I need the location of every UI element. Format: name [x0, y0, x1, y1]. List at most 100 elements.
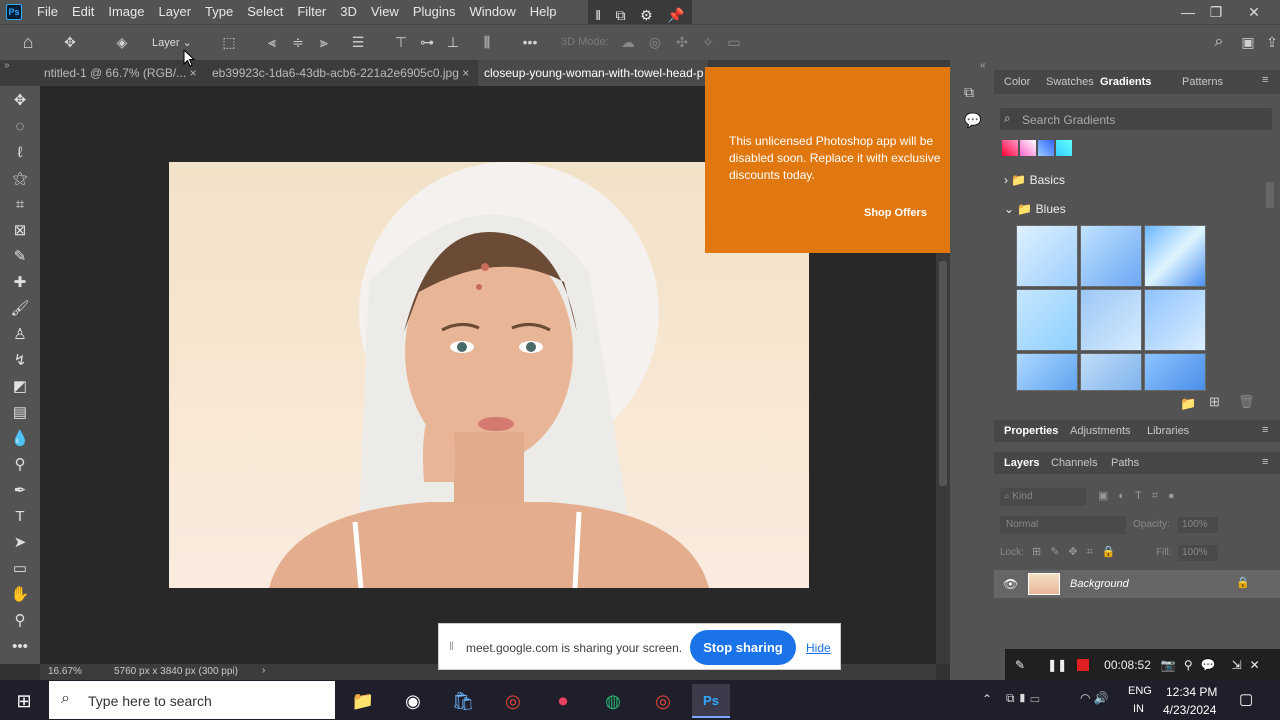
folder-basics[interactable]: › 📁 Basics	[1004, 173, 1065, 187]
meet-icon[interactable]: ◉	[394, 684, 432, 718]
workspace-icon[interactable]: ▣	[1238, 32, 1258, 52]
align-bottom-icon[interactable]: ⊥	[443, 32, 463, 52]
gradient-tile[interactable]	[1016, 353, 1078, 391]
tab-paths[interactable]: Paths	[1111, 457, 1139, 469]
hide-link[interactable]: Hide	[806, 641, 831, 655]
screen-share-icon[interactable]: ⧉	[616, 7, 626, 24]
minimize-recorder-icon[interactable]: ⇲	[1232, 658, 1242, 672]
tab-close-icon[interactable]: ×	[190, 66, 197, 80]
home-icon[interactable]: ⌂	[18, 32, 38, 52]
file-explorer-icon[interactable]: 📁	[344, 684, 382, 718]
notification-icon[interactable]: ▢	[1239, 690, 1253, 708]
tab-close-icon[interactable]: ×	[462, 66, 469, 80]
recent-gradient-3[interactable]	[1038, 140, 1054, 156]
opacity-input[interactable]: 100%	[1178, 517, 1218, 533]
drag-handle-icon[interactable]: ‖	[595, 7, 601, 23]
folder-blues[interactable]: ⌄ 📁 Blues	[1004, 202, 1066, 216]
collapse-toolbar-icon[interactable]: »	[4, 60, 10, 71]
network-icon[interactable]: ◠ 🔊	[1080, 691, 1109, 705]
gear-icon[interactable]: ⚙	[640, 7, 653, 24]
menu-file[interactable]: File	[30, 0, 65, 24]
share-icon[interactable]: ⇪	[1262, 32, 1280, 52]
blur-tool-icon[interactable]: 💧	[8, 427, 32, 449]
delete-icon[interactable]: 🗑	[1238, 394, 1255, 410]
recorder-app-icon[interactable]: ⏺	[544, 684, 582, 718]
align-top-icon[interactable]: ⊤	[391, 32, 411, 52]
close-recorder-icon[interactable]: ✕	[1250, 658, 1260, 672]
shop-offers-button[interactable]: Shop Offers	[864, 207, 927, 219]
lock-icons[interactable]: ⊞✎✥⌗🔒	[1032, 545, 1125, 559]
tab-adjustments[interactable]: Adjustments	[1070, 425, 1131, 437]
gradient-tile[interactable]	[1144, 289, 1206, 351]
eyedropper-icon[interactable]: ✎	[8, 245, 32, 267]
edge-icon[interactable]: ◍	[594, 684, 632, 718]
menu-help[interactable]: Help	[523, 0, 564, 24]
restore-icon[interactable]: ❐	[1200, 0, 1232, 24]
tab-patterns[interactable]: Patterns	[1182, 76, 1223, 88]
marquee-tool-icon[interactable]: ◌	[8, 115, 32, 137]
distribute-icon[interactable]: ☰	[348, 32, 368, 52]
comments-panel-icon[interactable]: 💬	[964, 112, 981, 129]
menu-3d[interactable]: 3D	[333, 0, 364, 24]
gradient-search[interactable]: ⌕ Search Gradients	[1000, 108, 1272, 130]
menu-select[interactable]: Select	[240, 0, 290, 24]
path-select-icon[interactable]: ➤	[8, 531, 32, 553]
menu-window[interactable]: Window	[462, 0, 522, 24]
tab-gradients[interactable]: Gradients	[1100, 76, 1151, 88]
panel-menu-icon[interactable]: ≡	[1262, 74, 1268, 86]
taskbar-search[interactable]: ⌕ Type here to search	[49, 681, 335, 719]
collapse-panels-icon[interactable]: «	[980, 60, 986, 71]
healing-brush-icon[interactable]: ✚	[8, 271, 32, 293]
camera-icon[interactable]: 📷	[1161, 658, 1176, 672]
drag-handle-icon[interactable]: ‖	[449, 639, 454, 653]
gradient-tile[interactable]	[1016, 225, 1078, 287]
auto-select-icon[interactable]: ◈	[112, 32, 132, 52]
layer-name[interactable]: Background	[1070, 578, 1129, 590]
fill-input[interactable]: 100%	[1178, 545, 1218, 561]
tray-chevron-icon[interactable]: ⌃	[982, 692, 992, 706]
pen-tool-icon[interactable]: ✒	[8, 479, 32, 501]
hand-tool-icon[interactable]: ✋	[8, 583, 32, 605]
tab-channels[interactable]: Channels	[1051, 457, 1097, 469]
layer-row-background[interactable]: 👁 Background 🔒	[994, 570, 1280, 598]
history-panel-icon[interactable]: ⧉	[964, 84, 974, 101]
clock-date[interactable]: 4/23/2024	[1163, 703, 1216, 717]
pause-icon[interactable]: ❚❚	[1047, 658, 1067, 672]
panel-menu-icon[interactable]: ≡	[1262, 424, 1268, 436]
move-tool-icon[interactable]: ✥	[8, 89, 32, 111]
gradient-tile[interactable]	[1016, 289, 1078, 351]
tab-swatches[interactable]: Swatches	[1046, 76, 1094, 88]
pen-icon[interactable]: ✎	[1015, 658, 1025, 672]
tab-libraries[interactable]: Libraries	[1147, 425, 1189, 437]
menu-edit[interactable]: Edit	[65, 0, 101, 24]
chrome-icon[interactable]: ◎	[494, 684, 532, 718]
align-right-icon[interactable]: ⫸	[314, 32, 334, 52]
menu-view[interactable]: View	[364, 0, 406, 24]
new-group-icon[interactable]: 📁	[1180, 396, 1196, 412]
lasso-tool-icon[interactable]: ℓ	[8, 141, 32, 163]
zoom-tool-icon[interactable]: ⚲	[8, 609, 32, 631]
shape-tool-icon[interactable]: ▭	[8, 557, 32, 579]
store-icon[interactable]: 🛍	[444, 684, 482, 718]
crop-tool-icon[interactable]: ⌗	[8, 193, 32, 215]
frame-tool-icon[interactable]: ⊠	[8, 219, 32, 241]
gradient-tile[interactable]	[1080, 353, 1142, 391]
photoshop-logo-icon[interactable]: Ps	[6, 4, 22, 20]
taskbar-search-input[interactable]: Type here to search	[88, 693, 212, 709]
photoshop-taskbar-icon[interactable]: Ps	[692, 684, 730, 718]
edit-toolbar-icon[interactable]: •••	[8, 635, 32, 657]
more-options-icon[interactable]: •••	[520, 32, 540, 52]
clock-time[interactable]: 12:34 PM	[1166, 685, 1217, 699]
recent-gradient-1[interactable]	[1002, 140, 1018, 156]
language-indicator[interactable]: ENG	[1128, 685, 1152, 697]
magic-wand-icon[interactable]: ⚝	[8, 167, 32, 189]
zoom-icon[interactable]: ⚲	[1184, 658, 1193, 672]
chat-icon[interactable]: 💬	[1201, 658, 1216, 672]
history-brush-icon[interactable]: ↯	[8, 349, 32, 371]
move-tool-icon[interactable]: ✥	[60, 32, 80, 52]
menu-filter[interactable]: Filter	[290, 0, 333, 24]
align-middle-icon[interactable]: ⊶	[417, 32, 437, 52]
gradient-tile[interactable]	[1080, 225, 1142, 287]
menu-image[interactable]: Image	[101, 0, 151, 24]
tab-eb39923c[interactable]: eb39923c-1da6-43db-acb6-221a2e6905c0.jpg…	[206, 60, 476, 86]
